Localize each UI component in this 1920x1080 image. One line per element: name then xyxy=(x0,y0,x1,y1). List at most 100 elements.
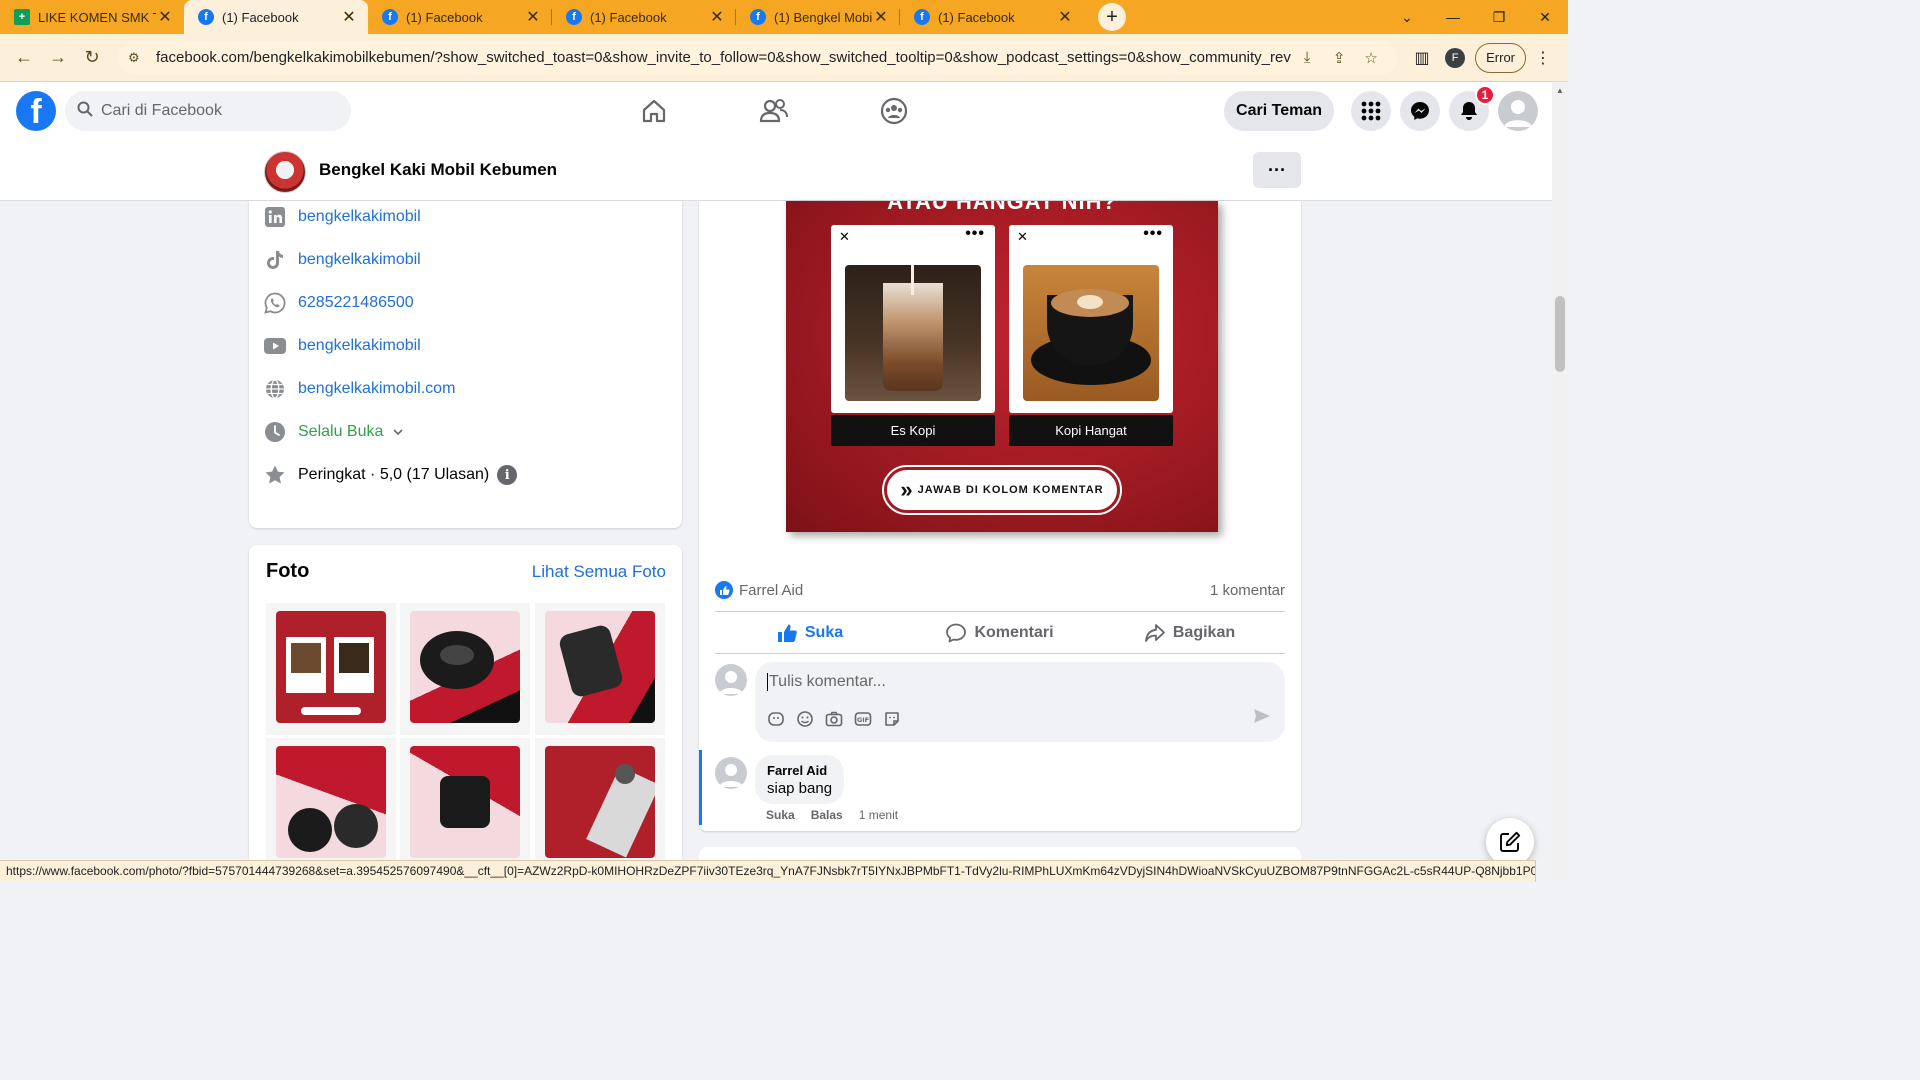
tab-search-icon[interactable]: ⌄ xyxy=(1384,9,1430,26)
like-button[interactable]: Suka xyxy=(715,613,905,653)
new-message-button[interactable] xyxy=(1486,818,1534,866)
side-panel-icon[interactable]: ▥ xyxy=(1405,48,1439,68)
intro-item-rating: Peringkat · 5,0 (17 Ulasan) i xyxy=(263,463,518,487)
minimize-icon[interactable]: — xyxy=(1430,9,1476,25)
comment-reply-link[interactable]: Balas xyxy=(811,808,843,822)
photo-thumbnail[interactable] xyxy=(535,738,665,865)
close-icon[interactable]: ✕ xyxy=(872,7,890,27)
forward-icon[interactable]: → xyxy=(42,42,74,74)
menu-grid-icon[interactable] xyxy=(1351,91,1391,131)
hours-status[interactable]: Selalu Buka xyxy=(298,423,383,441)
nav-friends-icon[interactable] xyxy=(714,82,834,140)
more-dots-icon: ••• xyxy=(965,225,985,242)
photo-thumbnail[interactable] xyxy=(400,603,530,735)
camera-icon[interactable] xyxy=(825,710,854,728)
see-all-photos-link[interactable]: Lihat Semua Foto xyxy=(532,562,666,582)
website-link[interactable]: bengkelkakimobil.com xyxy=(298,380,455,398)
send-icon[interactable] xyxy=(1253,708,1271,729)
intro-item-whatsapp: 6285221486500 xyxy=(263,291,414,315)
intro-card: bengkelkakimobil bengkelkakimobil 628522… xyxy=(249,201,682,528)
close-icon[interactable]: ✕ xyxy=(156,7,174,27)
account-avatar[interactable] xyxy=(1498,91,1538,131)
comment-input[interactable]: Tulis komentar... GIF xyxy=(755,662,1285,742)
page-scrollbar[interactable]: ▲ xyxy=(1552,82,1568,882)
page-header: Bengkel Kaki Mobil Kebumen ··· xyxy=(0,140,1552,201)
browser-tab[interactable]: f (1) Facebook ✕ xyxy=(552,0,736,34)
find-friends-button[interactable]: Cari Teman xyxy=(1224,91,1334,131)
browser-tab[interactable]: f (1) Facebook ✕ xyxy=(900,0,1084,34)
site-settings-icon[interactable]: ⚙ xyxy=(128,50,150,66)
url-text[interactable]: facebook.com/bengkelkakimobilkebumen/?sh… xyxy=(156,49,1291,66)
install-icon[interactable]: ⤓ xyxy=(1291,49,1323,66)
like-reaction-icon[interactable] xyxy=(715,581,733,599)
close-icon[interactable]: ✕ xyxy=(708,7,726,27)
messenger-icon[interactable] xyxy=(1400,91,1440,131)
bookmark-star-icon[interactable]: ☆ xyxy=(1355,49,1387,67)
hot-coffee-image xyxy=(1023,265,1159,401)
address-bar[interactable]: ⚙ facebook.com/bengkelkakimobilkebumen/?… xyxy=(118,40,1398,75)
nav-groups-icon[interactable] xyxy=(834,82,954,140)
browser-tab[interactable]: f (1) Facebook ✕ xyxy=(368,0,552,34)
linkedin-link[interactable]: bengkelkakimobil xyxy=(298,208,421,226)
error-button[interactable]: Error xyxy=(1475,42,1526,73)
profile-avatar[interactable]: F xyxy=(1445,47,1466,68)
tiktok-link[interactable]: bengkelkakimobil xyxy=(298,251,421,269)
scroll-up-icon[interactable]: ▲ xyxy=(1552,86,1568,95)
comment-author[interactable]: Farrel Aid xyxy=(767,763,832,778)
maximize-icon[interactable]: ❐ xyxy=(1476,9,1522,26)
comment-button[interactable]: Komentari xyxy=(905,613,1095,653)
search-input[interactable]: Cari di Facebook xyxy=(65,91,351,131)
share-icon[interactable]: ⇪ xyxy=(1323,49,1355,67)
window-close-icon[interactable]: ✕ xyxy=(1522,9,1568,26)
info-icon[interactable]: i xyxy=(497,465,518,485)
photo-thumbnail[interactable] xyxy=(535,603,665,735)
post-card: ATAU HANGAT NIH? ✕ ••• Es Kopi ✕ ••• Kop… xyxy=(699,201,1301,831)
menu-kebab-icon[interactable]: ⋮ xyxy=(1526,48,1560,68)
post-image[interactable]: ATAU HANGAT NIH? ✕ ••• Es Kopi ✕ ••• Kop… xyxy=(786,201,1218,532)
page-title[interactable]: Bengkel Kaki Mobil Kebumen xyxy=(319,160,557,180)
back-icon[interactable]: ← xyxy=(8,42,40,74)
comment-time[interactable]: 1 menit xyxy=(859,808,898,822)
reload-icon[interactable]: ↻ xyxy=(76,42,108,74)
chevron-down-icon[interactable] xyxy=(393,423,403,441)
intro-item-hours[interactable]: Selalu Buka xyxy=(263,420,403,444)
comment-highlight-bar xyxy=(699,750,702,825)
whatsapp-link[interactable]: 6285221486500 xyxy=(298,294,414,312)
photo-thumbnail[interactable] xyxy=(400,738,530,865)
share-button[interactable]: Bagikan xyxy=(1095,613,1285,653)
notifications-bell-icon[interactable]: 1 xyxy=(1449,85,1495,131)
gif-icon[interactable]: GIF xyxy=(854,710,883,728)
close-icon[interactable]: ✕ xyxy=(1056,7,1074,27)
scrollbar-thumb[interactable] xyxy=(1555,296,1565,372)
notification-badge: 1 xyxy=(1475,85,1495,105)
facebook-logo-icon[interactable]: f xyxy=(16,91,56,131)
share-arrow-icon xyxy=(1144,623,1165,643)
youtube-link[interactable]: bengkelkakimobil xyxy=(298,337,421,355)
close-icon[interactable]: ✕ xyxy=(340,7,358,27)
post-image-headline: ATAU HANGAT NIH? xyxy=(887,201,1117,214)
comment-like-link[interactable]: Suka xyxy=(766,808,795,822)
reactor-name[interactable]: Farrel Aid xyxy=(739,582,803,599)
new-tab-button[interactable]: + xyxy=(1098,3,1126,31)
browser-tab[interactable]: + LIKE KOMEN SMK TE ✕ xyxy=(0,0,184,34)
comment-avatar[interactable] xyxy=(715,757,747,789)
nav-home-icon[interactable] xyxy=(594,82,714,140)
close-icon[interactable]: ✕ xyxy=(524,7,542,27)
avatar-sticker-icon[interactable] xyxy=(767,710,796,728)
my-avatar[interactable] xyxy=(715,664,747,696)
browser-tab[interactable]: f (1) Bengkel Mobil B ✕ xyxy=(736,0,900,34)
browser-tab-active[interactable]: f (1) Facebook ✕ xyxy=(184,0,368,34)
sticker-icon[interactable] xyxy=(883,710,912,728)
page-avatar[interactable] xyxy=(264,151,306,193)
main-nav xyxy=(594,82,954,140)
divider xyxy=(715,653,1285,654)
photo-thumbnail[interactable] xyxy=(266,738,396,865)
emoji-icon[interactable] xyxy=(796,710,825,728)
photo-thumbnail[interactable] xyxy=(266,603,396,735)
post-actions: Suka Komentari Bagikan xyxy=(715,613,1285,653)
tab-title: (1) Facebook xyxy=(590,9,667,25)
more-options-button[interactable]: ··· xyxy=(1253,152,1301,188)
share-label: Bagikan xyxy=(1172,624,1236,641)
comment-count[interactable]: 1 komentar xyxy=(1210,582,1285,599)
more-dots-icon: ••• xyxy=(1143,225,1163,242)
